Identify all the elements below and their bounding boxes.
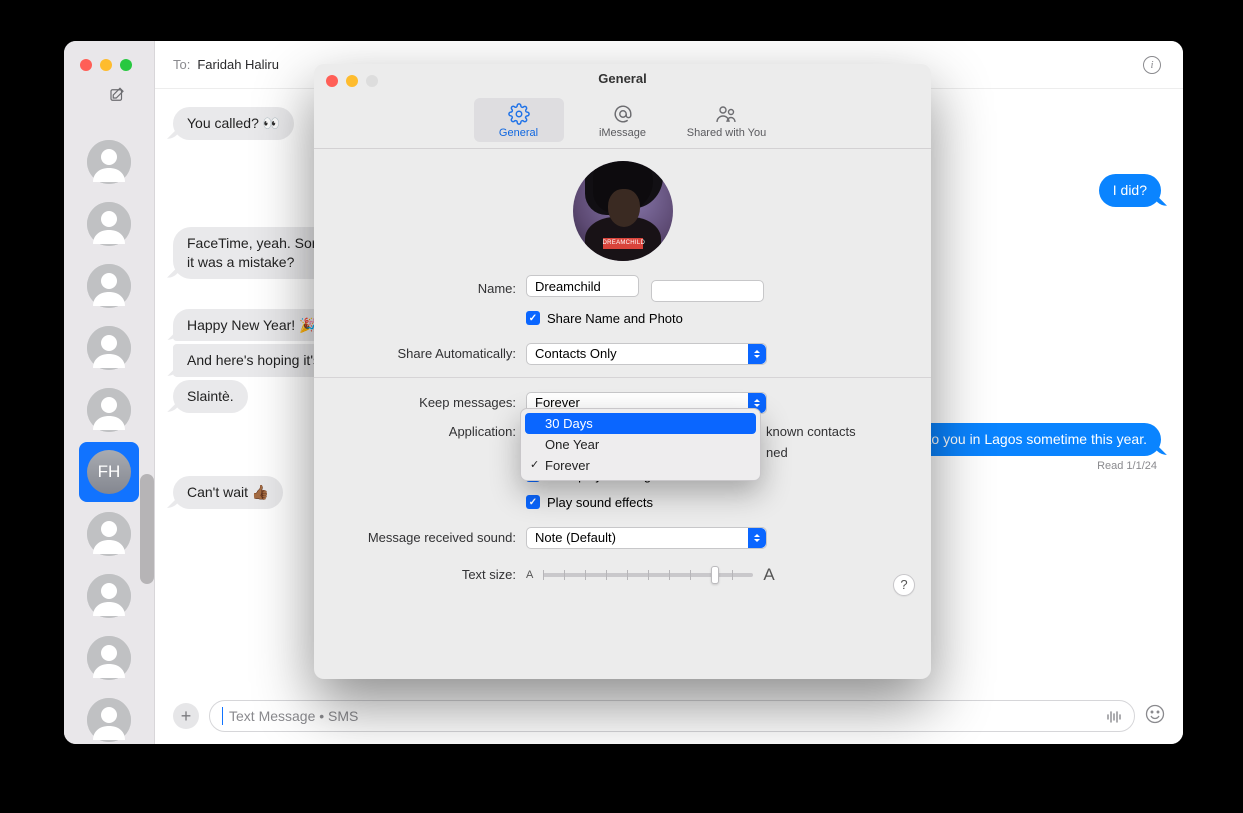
audio-message-icon[interactable] bbox=[1104, 707, 1124, 730]
checkbox-icon bbox=[526, 495, 540, 509]
message-in[interactable]: Slaintè. bbox=[173, 380, 248, 413]
avatar-initials: FH bbox=[98, 462, 121, 482]
message-in[interactable]: You called? 👀 bbox=[173, 107, 294, 140]
maximize-disabled-icon bbox=[366, 75, 378, 87]
slider-thumb[interactable] bbox=[711, 566, 719, 584]
play-sound-effects-checkbox[interactable]: Play sound effects bbox=[526, 495, 915, 510]
app-partial-text: known contacts bbox=[766, 424, 856, 439]
avatar bbox=[87, 698, 131, 742]
compose-icon[interactable] bbox=[108, 86, 126, 109]
text-size-slider[interactable]: A A bbox=[526, 565, 915, 585]
message-input[interactable]: Text Message • SMS bbox=[209, 700, 1135, 732]
minimize-icon[interactable] bbox=[346, 75, 358, 87]
sidebar: FH bbox=[64, 41, 155, 744]
message-placeholder: Text Message • SMS bbox=[229, 708, 358, 724]
conversation-list: FH bbox=[64, 124, 154, 744]
message-out[interactable]: I did? bbox=[1099, 174, 1161, 207]
menu-item-30-days[interactable]: 30 Days bbox=[525, 413, 756, 434]
avatar bbox=[87, 140, 131, 184]
prefs-body: DREAMCHILD Name: Dreamchild Share Name a… bbox=[314, 149, 931, 610]
name-last-input[interactable] bbox=[651, 280, 764, 302]
avatar bbox=[87, 202, 131, 246]
list-item[interactable] bbox=[79, 690, 139, 744]
list-item[interactable] bbox=[79, 380, 139, 440]
avatar bbox=[87, 512, 131, 556]
to-label: To: bbox=[173, 57, 190, 72]
slider-max-label: A bbox=[763, 565, 774, 585]
avatar bbox=[87, 388, 131, 432]
avatar: FH bbox=[87, 450, 131, 494]
slider-track[interactable] bbox=[543, 573, 753, 577]
at-sign-icon bbox=[578, 103, 668, 125]
message-in[interactable]: Happy New Year! 🎉 bbox=[173, 309, 331, 342]
slider-min-label: A bbox=[526, 569, 533, 581]
emoji-icon[interactable] bbox=[1145, 704, 1165, 729]
text-size-label: Text size: bbox=[330, 567, 526, 582]
avatar bbox=[87, 574, 131, 618]
list-item[interactable] bbox=[79, 132, 139, 192]
list-item[interactable] bbox=[79, 318, 139, 378]
prefs-toolbar: General iMessage Shared with You bbox=[314, 94, 931, 149]
share-auto-label: Share Automatically: bbox=[330, 346, 526, 361]
avatar bbox=[87, 636, 131, 680]
message-in[interactable]: Can't wait 👍🏾 bbox=[173, 476, 283, 509]
people-icon bbox=[682, 103, 772, 125]
avatar bbox=[87, 326, 131, 370]
list-item[interactable] bbox=[79, 504, 139, 564]
scrollbar-thumb[interactable] bbox=[140, 474, 154, 584]
maximize-icon[interactable] bbox=[120, 59, 132, 71]
name-label: Name: bbox=[330, 281, 526, 296]
attach-button[interactable]: + bbox=[173, 703, 199, 729]
list-item-selected[interactable]: FH bbox=[79, 442, 139, 502]
list-item[interactable] bbox=[79, 566, 139, 626]
application-label: Application: bbox=[330, 424, 526, 439]
avatar-badge: DREAMCHILD bbox=[603, 238, 643, 249]
prefs-title: General bbox=[314, 64, 931, 94]
message-sound-dropdown[interactable]: Note (Default) bbox=[526, 527, 767, 549]
tab-label: Shared with You bbox=[687, 127, 767, 139]
info-icon[interactable]: i bbox=[1143, 56, 1161, 74]
checkbox-label: Play sound effects bbox=[547, 495, 653, 510]
tab-shared-with-you[interactable]: Shared with You bbox=[682, 98, 772, 142]
share-auto-dropdown[interactable]: Contacts Only bbox=[526, 343, 767, 365]
tab-imessage[interactable]: iMessage bbox=[578, 98, 668, 142]
list-item[interactable] bbox=[79, 256, 139, 316]
close-icon[interactable] bbox=[80, 59, 92, 71]
chevron-updown-icon bbox=[748, 344, 766, 364]
menu-item-forever[interactable]: Forever bbox=[525, 455, 756, 476]
message-sound-label: Message received sound: bbox=[330, 530, 526, 545]
help-button[interactable]: ? bbox=[893, 574, 915, 596]
minimize-icon[interactable] bbox=[100, 59, 112, 71]
share-name-photo-checkbox[interactable]: Share Name and Photo bbox=[526, 311, 915, 326]
divider bbox=[314, 377, 931, 378]
checkbox-icon bbox=[526, 311, 540, 325]
avatar bbox=[87, 264, 131, 308]
list-item[interactable] bbox=[79, 628, 139, 688]
menu-item-one-year[interactable]: One Year bbox=[525, 434, 756, 455]
input-bar: + Text Message • SMS bbox=[155, 688, 1183, 744]
tab-label: iMessage bbox=[599, 127, 646, 139]
window-controls bbox=[64, 41, 154, 71]
checkbox-label: Share Name and Photo bbox=[547, 311, 683, 326]
tab-general[interactable]: General bbox=[474, 98, 564, 142]
list-item[interactable] bbox=[79, 194, 139, 254]
name-first-input[interactable]: Dreamchild bbox=[526, 275, 639, 297]
prefs-titlebar: General bbox=[314, 64, 931, 94]
tab-label: General bbox=[499, 127, 538, 139]
preferences-window: General General iMessage Shared with You… bbox=[314, 64, 931, 679]
recipient-name: Faridah Haliru bbox=[197, 57, 279, 72]
gear-icon bbox=[474, 103, 564, 125]
profile-avatar[interactable]: DREAMCHILD bbox=[573, 161, 673, 261]
keep-messages-label: Keep messages: bbox=[330, 395, 526, 410]
chevron-updown-icon bbox=[748, 528, 766, 548]
app-partial-text-2: ned bbox=[766, 445, 788, 460]
keep-messages-menu: 30 Days One Year Forever bbox=[520, 408, 761, 481]
close-icon[interactable] bbox=[326, 75, 338, 87]
